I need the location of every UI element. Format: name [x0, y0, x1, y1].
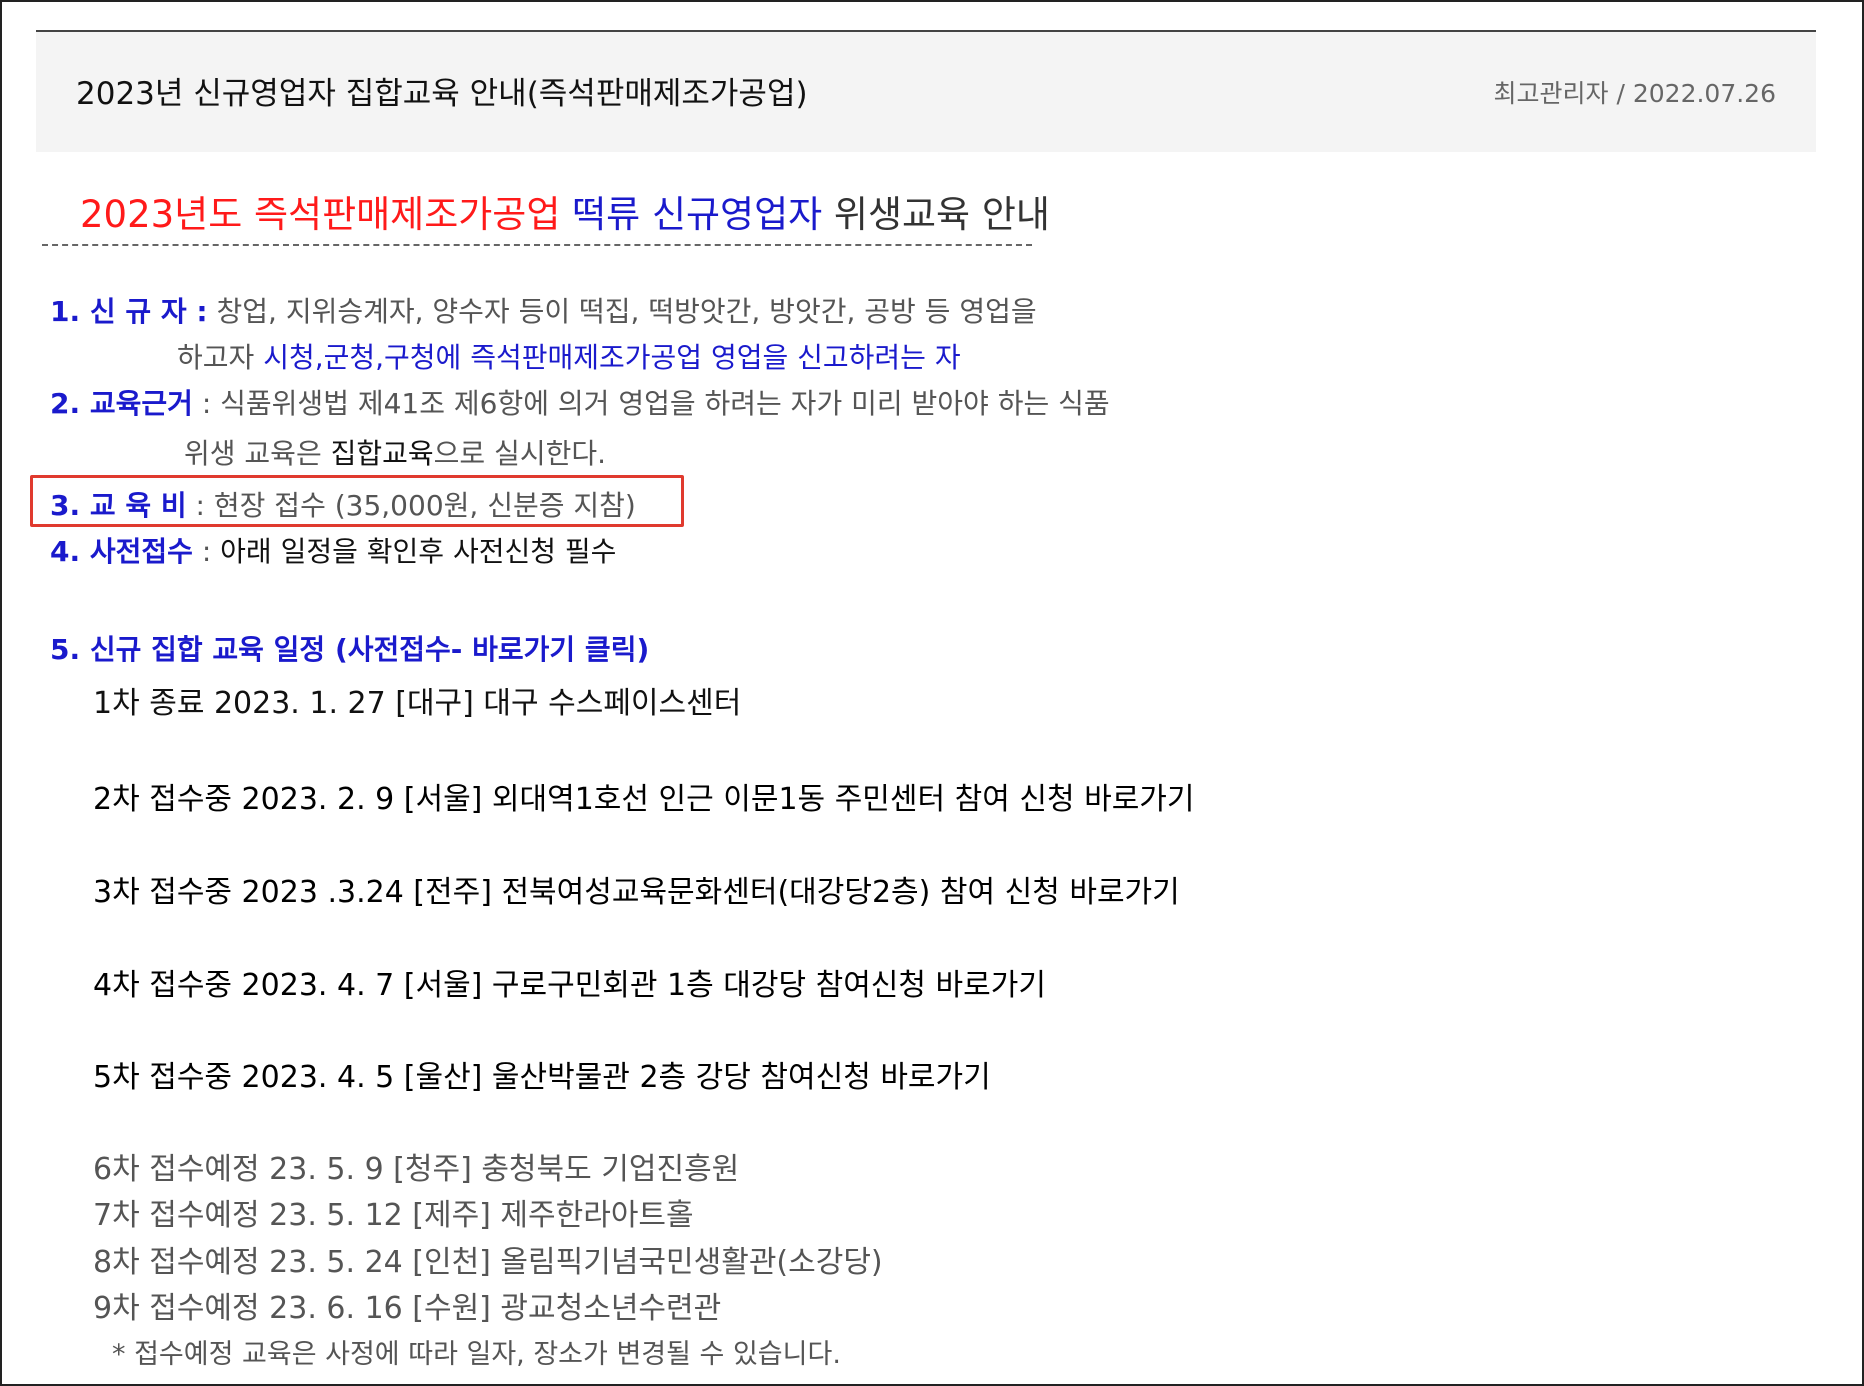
schedule-note: * 접수예정 교육은 사정에 따라 일자, 장소가 변경될 수 있습니다.	[112, 1339, 841, 1370]
item-1-line-1: 1. 신 규 자 : 창업, 지위승계자, 양수자 등이 떡집, 떡방앗간, 방…	[50, 290, 1037, 330]
item-1-text-2-blue: 시청,군청,구청에 즉석판매제조가공업 영업을 신고하려는 자	[263, 341, 961, 374]
item-1-text-2: 하고자	[177, 341, 264, 374]
schedule-9: 9차 접수예정 23. 6. 16 [수원] 광교청소년수련관	[93, 1291, 722, 1326]
item-5-label: 5. 신규 집합 교육 일정 (사전접수- 바로가기 클릭)	[50, 633, 650, 666]
item-4-text: 아래 일정을 확인후 사전신청 필수	[220, 535, 617, 568]
item-4-line: 4. 사전접수 : 아래 일정을 확인후 사전신청 필수	[50, 530, 616, 570]
item-4-label: 4. 사전접수	[50, 535, 193, 568]
document-title: 2023년도 즉석판매제조가공업 떡류 신규영업자 위생교육 안내	[80, 184, 1050, 238]
schedule-6: 6차 접수예정 23. 5. 9 [청주] 충청북도 기업진흥원	[93, 1152, 740, 1187]
schedule-2-link[interactable]: 2차 접수중 2023. 2. 9 [서울] 외대역1호선 인근 이문1동 주민…	[93, 774, 1195, 818]
schedule-8: 8차 접수예정 23. 5. 24 [인천] 올림픽기념국민생활관(소강당)	[93, 1245, 883, 1280]
post-meta: 최고관리자 / 2022.07.26	[1493, 79, 1776, 108]
item-4-colon: :	[192, 535, 221, 568]
schedule-5-link[interactable]: 5차 접수중 2023. 4. 5 [울산] 울산박물관 2층 강당 참여신청 …	[93, 1052, 991, 1096]
schedule-1: 1차 종료 2023. 1. 27 [대구] 대구 수스페이스센터	[93, 686, 742, 721]
item-2-text-2b: 집합교육	[330, 437, 434, 470]
dashed-divider	[42, 244, 1032, 246]
item-2-text: : 식품위생법 제41조 제6항에 의거 영업을 하려는 자가 미리 받아야 하…	[192, 387, 1110, 420]
document-title-blue: 떡류 신규영업자	[572, 193, 823, 236]
item-1-label: 1. 신 규 자 :	[50, 295, 208, 328]
item-3-label: 3. 교 육 비	[50, 489, 187, 522]
item-2-label: 2. 교육근거	[50, 387, 193, 420]
post-header: 2023년 신규영업자 집합교육 안내(즉석판매제조가공업) 최고관리자 / 2…	[36, 32, 1816, 152]
schedule-4-link[interactable]: 4차 접수중 2023. 4. 7 [서울] 구로구민회관 1층 대강당 참여신…	[93, 960, 1046, 1004]
item-2-text-2c: 으로 실시한다.	[433, 437, 607, 470]
item-3-line: 3. 교 육 비 : 현장 접수 (35,000원, 신분증 지참)	[50, 484, 636, 524]
schedule-3-link[interactable]: 3차 접수중 2023 .3.24 [전주] 전북여성교육문화센터(대강당2층)…	[93, 867, 1180, 911]
item-2-line-2: 위생 교육은 집합교육으로 실시한다.	[184, 432, 606, 472]
item-1-text: 창업, 지위승계자, 양수자 등이 떡집, 떡방앗간, 방앗간, 공방 등 영업…	[207, 295, 1037, 328]
item-2-line-1: 2. 교육근거 : 식품위생법 제41조 제6항에 의거 영업을 하려는 자가 …	[50, 382, 1110, 422]
item-2-text-2a: 위생 교육은	[184, 437, 331, 470]
document-title-red: 2023년도 즉석판매제조가공업	[80, 193, 573, 236]
item-1-line-2: 하고자 시청,군청,구청에 즉석판매제조가공업 영업을 신고하려는 자	[177, 336, 961, 376]
document-title-dark: 위생교육 안내	[822, 193, 1050, 236]
item-3-text: : 현장 접수 (35,000원, 신분증 지참)	[186, 489, 636, 522]
schedule-7: 7차 접수예정 23. 5. 12 [제주] 제주한라아트홀	[93, 1198, 694, 1233]
post-title: 2023년 신규영업자 집합교육 안내(즉석판매제조가공업)	[76, 76, 808, 112]
